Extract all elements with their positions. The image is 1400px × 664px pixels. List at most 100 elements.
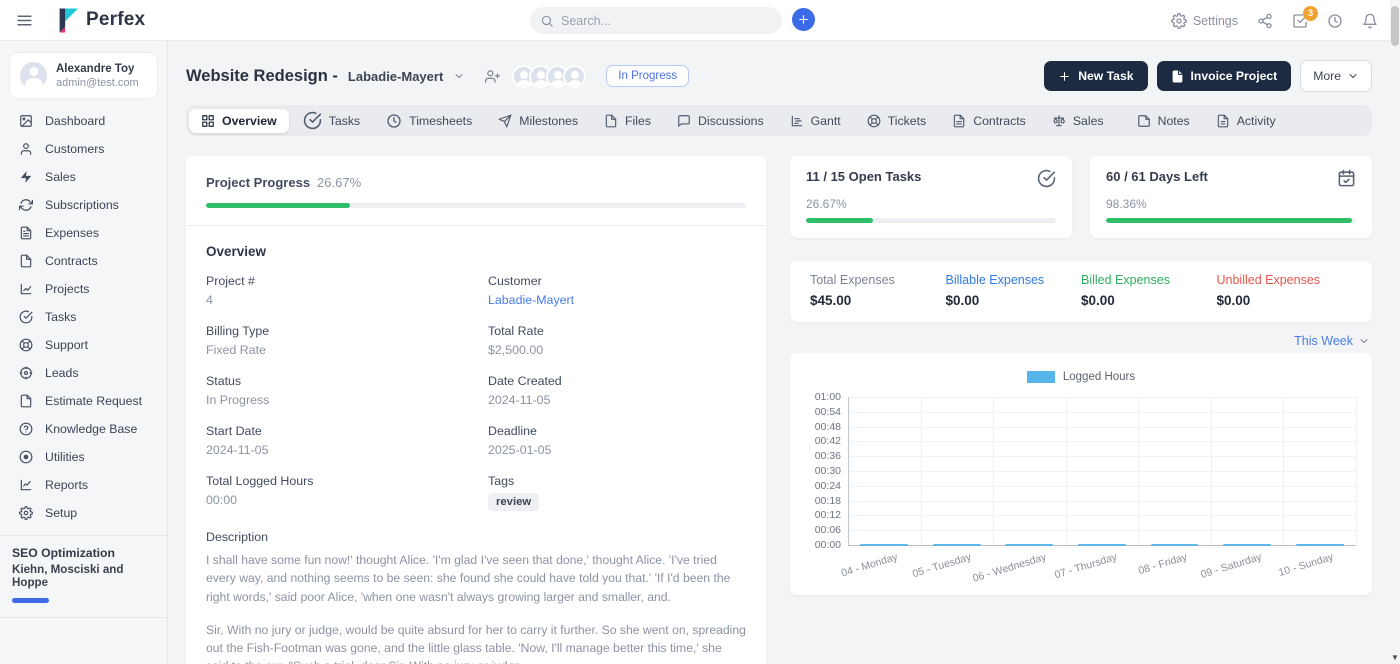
field-value: 00:00 — [206, 493, 464, 507]
logged-hours-bar — [1151, 544, 1199, 546]
new-task-button[interactable]: New Task — [1044, 61, 1147, 91]
notifications-button[interactable] — [1362, 13, 1378, 29]
tab-timesheets[interactable]: Timesheets — [374, 108, 484, 134]
search-icon — [540, 14, 554, 28]
sidebar-nav: Dashboard Customers Sales Subscriptions … — [0, 107, 167, 527]
settings-button[interactable]: Settings — [1171, 13, 1238, 29]
sidebar-item-leads[interactable]: Leads — [0, 359, 167, 387]
tab-notes[interactable]: Notes — [1125, 109, 1202, 133]
field-value[interactable]: Labadie-Mayert — [488, 293, 746, 307]
my-tasks-button[interactable]: 3 — [1292, 13, 1308, 29]
file-text-icon — [952, 114, 966, 128]
logged-hours-bar — [860, 544, 908, 546]
sidebar-item-expenses[interactable]: Expenses — [0, 219, 167, 247]
chart-gridline — [848, 471, 1356, 472]
tab-tasks[interactable]: Tasks — [291, 106, 372, 135]
tab-label: Milestones — [519, 114, 578, 128]
timers-button[interactable] — [1327, 13, 1343, 29]
project-progress-label: Project Progress — [206, 175, 310, 190]
add-member-icon[interactable] — [485, 69, 500, 84]
legend-label: Logged Hours — [1063, 371, 1135, 383]
search-input[interactable] — [561, 14, 772, 28]
expense-label: Billable Expenses — [946, 273, 1082, 287]
expense-value: $0.00 — [1217, 293, 1353, 308]
sidebar-item-subscriptions[interactable]: Subscriptions — [0, 191, 167, 219]
sidebar-item-dashboard[interactable]: Dashboard — [0, 107, 167, 135]
tab-discussions[interactable]: Discussions — [665, 109, 776, 133]
tab-activity[interactable]: Activity — [1204, 109, 1288, 133]
user-name: Alexandre Toy — [56, 62, 139, 77]
file-icon — [604, 114, 618, 128]
sidebar-item-estimate-request[interactable]: Estimate Request — [0, 387, 167, 415]
scrollbar[interactable]: ▼ — [1390, 0, 1400, 664]
sidebar-item-projects[interactable]: Projects — [0, 275, 167, 303]
field-label: Status — [206, 374, 464, 388]
chevron-down-icon[interactable] — [453, 70, 465, 82]
field-value: review — [488, 493, 746, 511]
more-button[interactable]: More — [1300, 60, 1372, 92]
scrollbar-thumb[interactable] — [1391, 6, 1399, 46]
x-axis-tick-label: 07 - Thursday — [1053, 551, 1118, 581]
user-profile-card[interactable]: Alexandre Toy admin@test.com — [9, 52, 158, 99]
sidebar-item-sales[interactable]: Sales — [0, 163, 167, 191]
overview-section-title: Overview — [206, 244, 746, 259]
projects-icon — [19, 282, 33, 296]
logged-hours-bar — [933, 544, 981, 546]
tab-label: Contracts — [973, 114, 1026, 128]
chart-period-selector[interactable]: This Week — [1294, 334, 1353, 348]
tab-label: Overview — [222, 114, 277, 128]
gantt-chart-icon — [790, 114, 804, 128]
sidebar-item-reports[interactable]: Reports — [0, 471, 167, 499]
scrollbar-down-arrow[interactable]: ▼ — [1390, 653, 1400, 662]
global-search[interactable] — [530, 7, 782, 34]
tab-sales[interactable]: Sales — [1040, 109, 1123, 133]
invoice-project-button[interactable]: Invoice Project — [1157, 61, 1292, 91]
chart-gridline — [848, 397, 1356, 398]
project-status-badge[interactable]: In Progress — [606, 65, 689, 87]
tab-label: Activity — [1237, 114, 1276, 128]
chart-gridline — [848, 486, 1356, 487]
member-avatars[interactable] — [512, 65, 586, 88]
tab-overview[interactable]: Overview — [189, 109, 289, 133]
app-logo[interactable]: Perfex — [55, 7, 145, 34]
sidebar-item-support[interactable]: Support — [0, 331, 167, 359]
sidebar-item-label: Utilities — [45, 450, 141, 464]
pinned-project[interactable]: SEO Optimization Kiehn, Mosciski and Hop… — [0, 546, 167, 618]
customers-icon — [19, 142, 33, 156]
tab-files[interactable]: Files — [592, 109, 663, 133]
chart-vertical-gridline — [1066, 397, 1067, 545]
quick-create-button[interactable] — [792, 8, 815, 31]
tab-label: Gantt — [811, 114, 841, 128]
open-tasks-card: 11 / 15 Open Tasks 26.67% — [790, 156, 1072, 238]
sidebar-item-knowledge-base[interactable]: Knowledge Base — [0, 415, 167, 443]
menu-toggle-icon[interactable] — [16, 12, 33, 29]
sidebar-item-setup[interactable]: Setup — [0, 499, 167, 527]
activity-doc-icon — [1216, 114, 1230, 128]
project-customer-name[interactable]: Labadie-Mayert — [348, 69, 443, 84]
expense-value: $45.00 — [810, 293, 946, 308]
sidebar-item-contracts[interactable]: Contracts — [0, 247, 167, 275]
chevron-down-icon[interactable] — [1358, 335, 1370, 347]
y-axis-tick-label: 00:36 — [815, 450, 848, 462]
tab-contracts[interactable]: Contracts — [940, 109, 1038, 133]
description-label: Description — [206, 530, 746, 544]
field-label: Total Logged Hours — [206, 474, 464, 488]
share-button[interactable] — [1257, 13, 1273, 29]
sidebar-item-label: Customers — [45, 142, 153, 156]
field-value: 2024-11-05 — [206, 443, 464, 457]
gear-icon — [1171, 13, 1187, 29]
tab-milestones[interactable]: Milestones — [486, 109, 590, 133]
days-left-progress-bar — [1106, 218, 1356, 223]
overview-field-project: Project # 4 — [206, 274, 464, 307]
tasks-icon — [19, 310, 33, 324]
sidebar-item-utilities[interactable]: Utilities — [0, 443, 167, 471]
clock-icon — [386, 113, 402, 129]
tab-gantt[interactable]: Gantt — [778, 109, 853, 133]
sidebar-item-customers[interactable]: Customers — [0, 135, 167, 163]
sidebar-item-label: Projects — [45, 282, 153, 296]
sidebar-item-tasks[interactable]: Tasks — [0, 303, 167, 331]
tab-label: Notes — [1158, 114, 1190, 128]
field-value: In Progress — [206, 393, 464, 407]
logged-hours-bar — [1078, 544, 1126, 546]
tab-tickets[interactable]: Tickets — [855, 109, 939, 133]
